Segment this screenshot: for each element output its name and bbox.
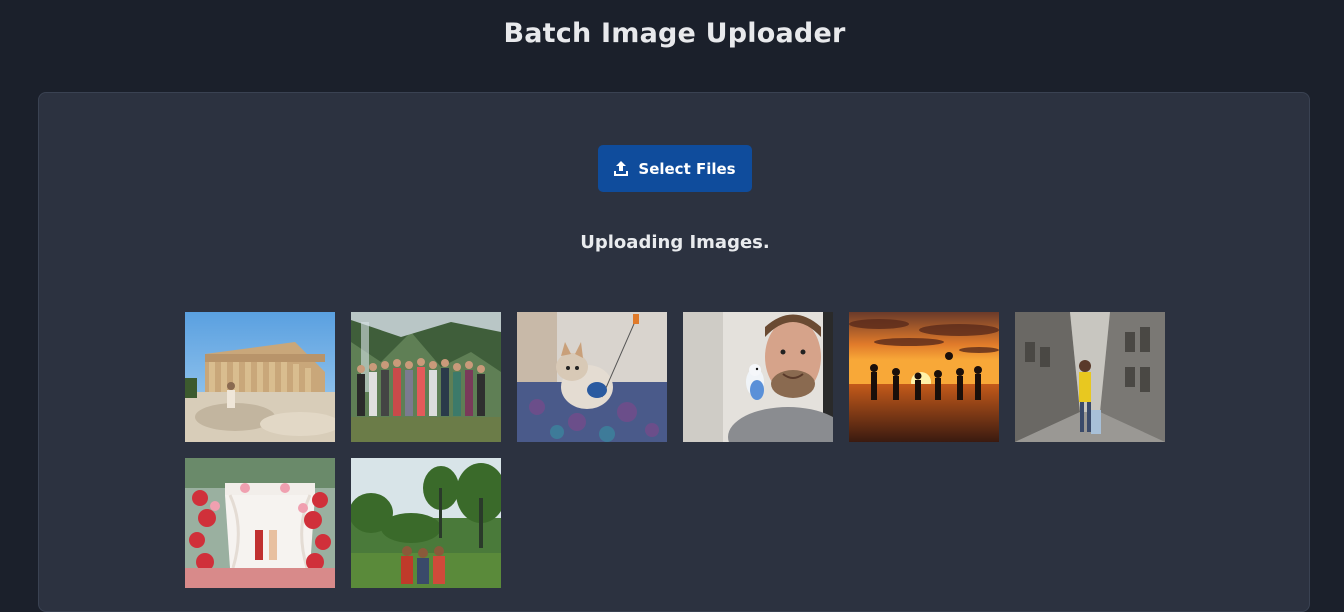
image-thumbnail[interactable]	[185, 312, 335, 442]
page-title: Batch Image Uploader	[503, 18, 846, 49]
image-thumbnail[interactable]	[517, 312, 667, 442]
upload-status: Uploading Images.	[580, 232, 770, 253]
thumbnail-grid	[185, 312, 1185, 588]
uploader-panel: Select Files Uploading Images.	[38, 92, 1310, 612]
image-thumbnail[interactable]	[185, 458, 335, 588]
select-files-label: Select Files	[638, 159, 736, 178]
image-thumbnail[interactable]	[351, 458, 501, 588]
select-files-button[interactable]: Select Files	[598, 145, 752, 192]
image-thumbnail[interactable]	[1015, 312, 1165, 442]
image-thumbnail[interactable]	[849, 312, 999, 442]
upload-icon	[612, 160, 630, 178]
image-thumbnail[interactable]	[351, 312, 501, 442]
image-thumbnail[interactable]	[683, 312, 833, 442]
